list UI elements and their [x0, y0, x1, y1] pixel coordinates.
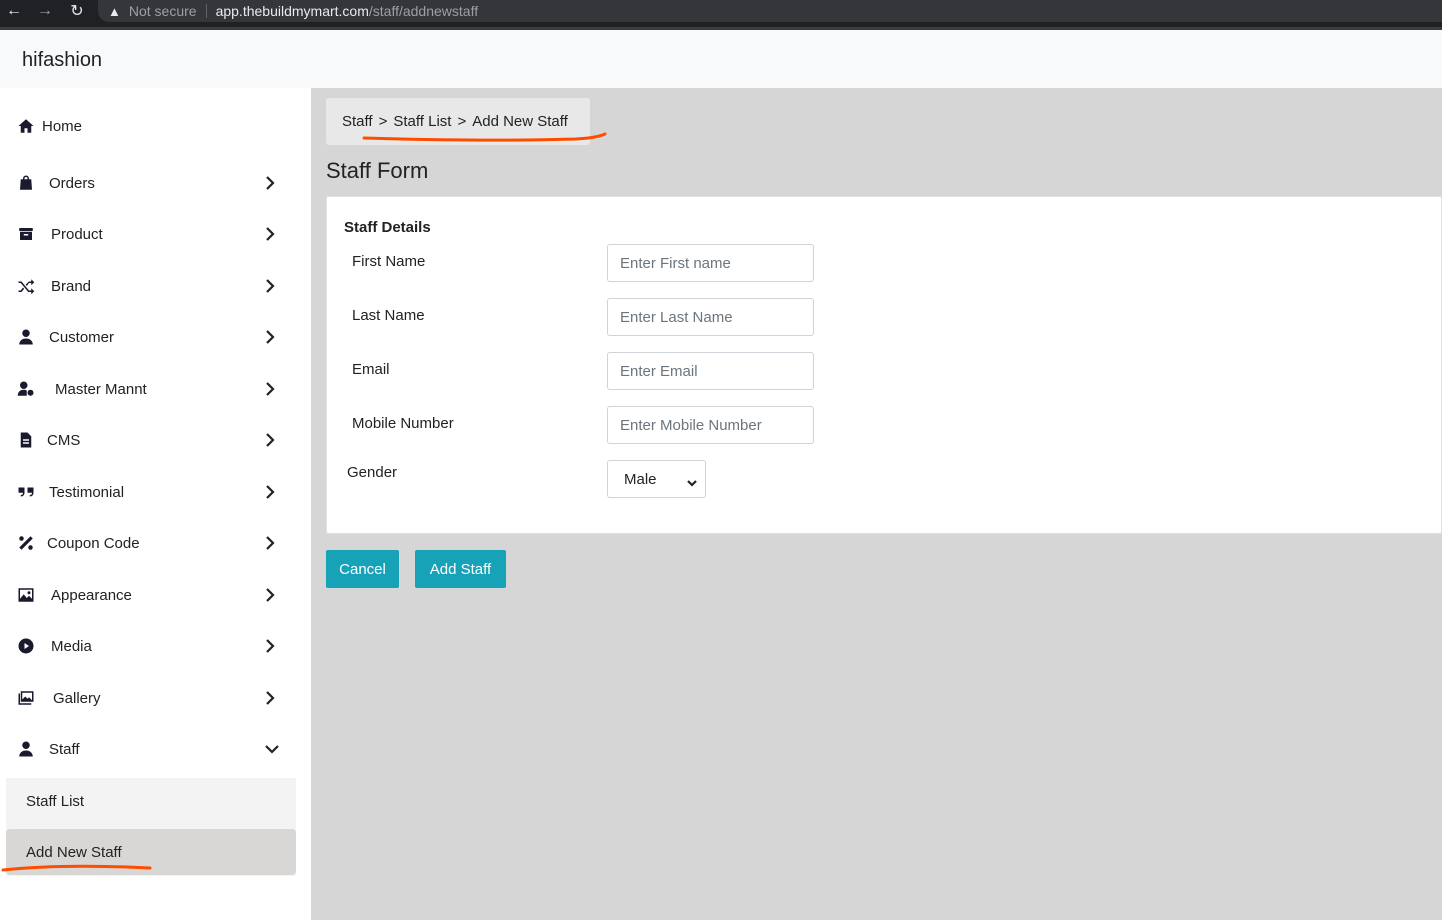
gender-selected-value: Male: [624, 470, 657, 488]
browser-chrome: ← → ↻ ▲ Not secure app.thebuildmymart.co…: [0, 0, 1442, 30]
sidebar-item-label: Gallery: [53, 689, 101, 707]
chevron-right-icon: [262, 278, 278, 294]
email-label: Email: [352, 361, 390, 378]
submenu-item-label: Add New Staff: [26, 843, 122, 861]
sidebar-item-label: Orders: [49, 174, 95, 192]
cancel-button[interactable]: Cancel: [326, 550, 399, 588]
app-topbar: hifashion: [0, 30, 1442, 88]
archive-box-icon: [16, 224, 36, 244]
chevron-right-icon: [262, 175, 278, 191]
email-input[interactable]: [607, 352, 814, 390]
images-icon: [16, 688, 36, 708]
main-content: Staff > Staff List > Add New Staff Staff…: [311, 88, 1442, 920]
submenu-item-staff-list[interactable]: Staff List: [6, 778, 296, 824]
breadcrumb-staff[interactable]: Staff: [342, 113, 373, 130]
file-icon: [16, 430, 36, 450]
last-name-input[interactable]: [607, 298, 814, 336]
breadcrumb-staff-list[interactable]: Staff List: [393, 113, 451, 130]
sidebar-item-master-mannt[interactable]: Master Mannt: [0, 369, 300, 409]
breadcrumb-separator: >: [457, 113, 467, 130]
back-arrow-icon[interactable]: ←: [4, 0, 24, 22]
gender-select[interactable]: Male: [607, 460, 706, 498]
sidebar-item-brand[interactable]: Brand: [0, 266, 300, 306]
gender-label: Gender: [347, 464, 398, 481]
sidebar-item-staff[interactable]: Staff: [0, 729, 300, 769]
chevron-right-icon: [262, 690, 278, 706]
user-icon: [16, 327, 36, 347]
submenu-item-label: Staff List: [26, 792, 85, 810]
not-secure-label: Not secure: [128, 3, 197, 19]
home-icon: [16, 116, 36, 136]
sidebar-item-label: Testimonial: [49, 483, 125, 501]
warning-icon: ▲: [108, 3, 121, 19]
chevron-right-icon: [262, 329, 278, 345]
sidebar-item-coupon-code[interactable]: Coupon Code: [0, 523, 300, 563]
chevron-down-icon: [264, 741, 280, 757]
url-host: app.thebuildmymart.com: [215, 3, 369, 19]
chevron-right-icon: [262, 484, 278, 500]
chevron-right-icon: [262, 587, 278, 603]
submenu-item-add-new-staff[interactable]: Add New Staff: [6, 829, 296, 875]
play-circle-icon: [16, 636, 36, 656]
chevron-right-icon: [262, 535, 278, 551]
last-name-label: Last Name: [352, 307, 425, 324]
mobile-number-label: Mobile Number: [352, 415, 454, 432]
shopping-bag-icon: [16, 173, 36, 193]
sidebar-item-label: Staff: [49, 740, 80, 758]
sidebar-item-label: Brand: [51, 277, 92, 295]
staff-submenu: Staff List Add New Staff: [6, 778, 296, 876]
reload-icon[interactable]: ↻: [66, 0, 88, 22]
chevron-right-icon: [262, 432, 278, 448]
chevron-right-icon: [262, 226, 278, 242]
url-separator: [205, 4, 207, 18]
sidebar-item-home[interactable]: Home: [0, 106, 300, 146]
first-name-label: First Name: [352, 253, 426, 270]
sidebar-item-label: Home: [42, 117, 83, 135]
sidebar: Home Orders Product Brand Customer Maste…: [0, 88, 311, 920]
brand-name[interactable]: hifashion: [22, 49, 102, 72]
sidebar-item-customer[interactable]: Customer: [0, 317, 300, 357]
forward-arrow-icon[interactable]: →: [35, 0, 55, 22]
sidebar-item-label: Media: [51, 637, 92, 655]
sidebar-item-label: Coupon Code: [47, 534, 140, 552]
sidebar-item-label: Master Mannt: [55, 380, 147, 398]
sidebar-item-appearance[interactable]: Appearance: [0, 575, 300, 615]
sidebar-item-label: Appearance: [51, 586, 132, 604]
sidebar-item-gallery[interactable]: Gallery: [0, 678, 300, 718]
sidebar-item-orders[interactable]: Orders: [0, 163, 300, 203]
add-staff-button[interactable]: Add Staff: [415, 550, 506, 588]
breadcrumb-separator: >: [378, 113, 388, 130]
section-title: Staff Details: [344, 219, 431, 236]
first-name-input[interactable]: [607, 244, 814, 282]
page-title: Staff Form: [326, 158, 429, 183]
sidebar-item-label: Customer: [49, 328, 115, 346]
chevron-right-icon: [262, 638, 278, 654]
sidebar-item-media[interactable]: Media: [0, 626, 300, 666]
address-bar[interactable]: ▲ Not secure app.thebuildmymart.com/staf…: [98, 0, 1442, 22]
sidebar-item-label: Product: [51, 225, 103, 243]
shuffle-icon: [16, 276, 36, 296]
user-gear-icon: [16, 379, 36, 399]
percent-icon: [16, 533, 36, 553]
image-icon: [16, 585, 36, 605]
mobile-number-input[interactable]: [607, 406, 814, 444]
sidebar-item-cms[interactable]: CMS: [0, 420, 300, 460]
url-path: /staff/addnewstaff: [368, 3, 479, 19]
sidebar-item-testimonial[interactable]: Testimonial: [0, 472, 300, 512]
staff-form-card: Staff Details First Name Last Name Email…: [326, 196, 1442, 534]
quote-icon: [16, 482, 36, 502]
breadcrumb-add-new-staff: Add New Staff: [472, 113, 568, 130]
sidebar-item-label: CMS: [47, 431, 81, 449]
chevron-right-icon: [262, 381, 278, 397]
chevron-down-icon: [687, 475, 697, 487]
user-icon: [16, 739, 36, 759]
breadcrumb: Staff > Staff List > Add New Staff: [326, 98, 590, 145]
sidebar-item-product[interactable]: Product: [0, 214, 300, 254]
